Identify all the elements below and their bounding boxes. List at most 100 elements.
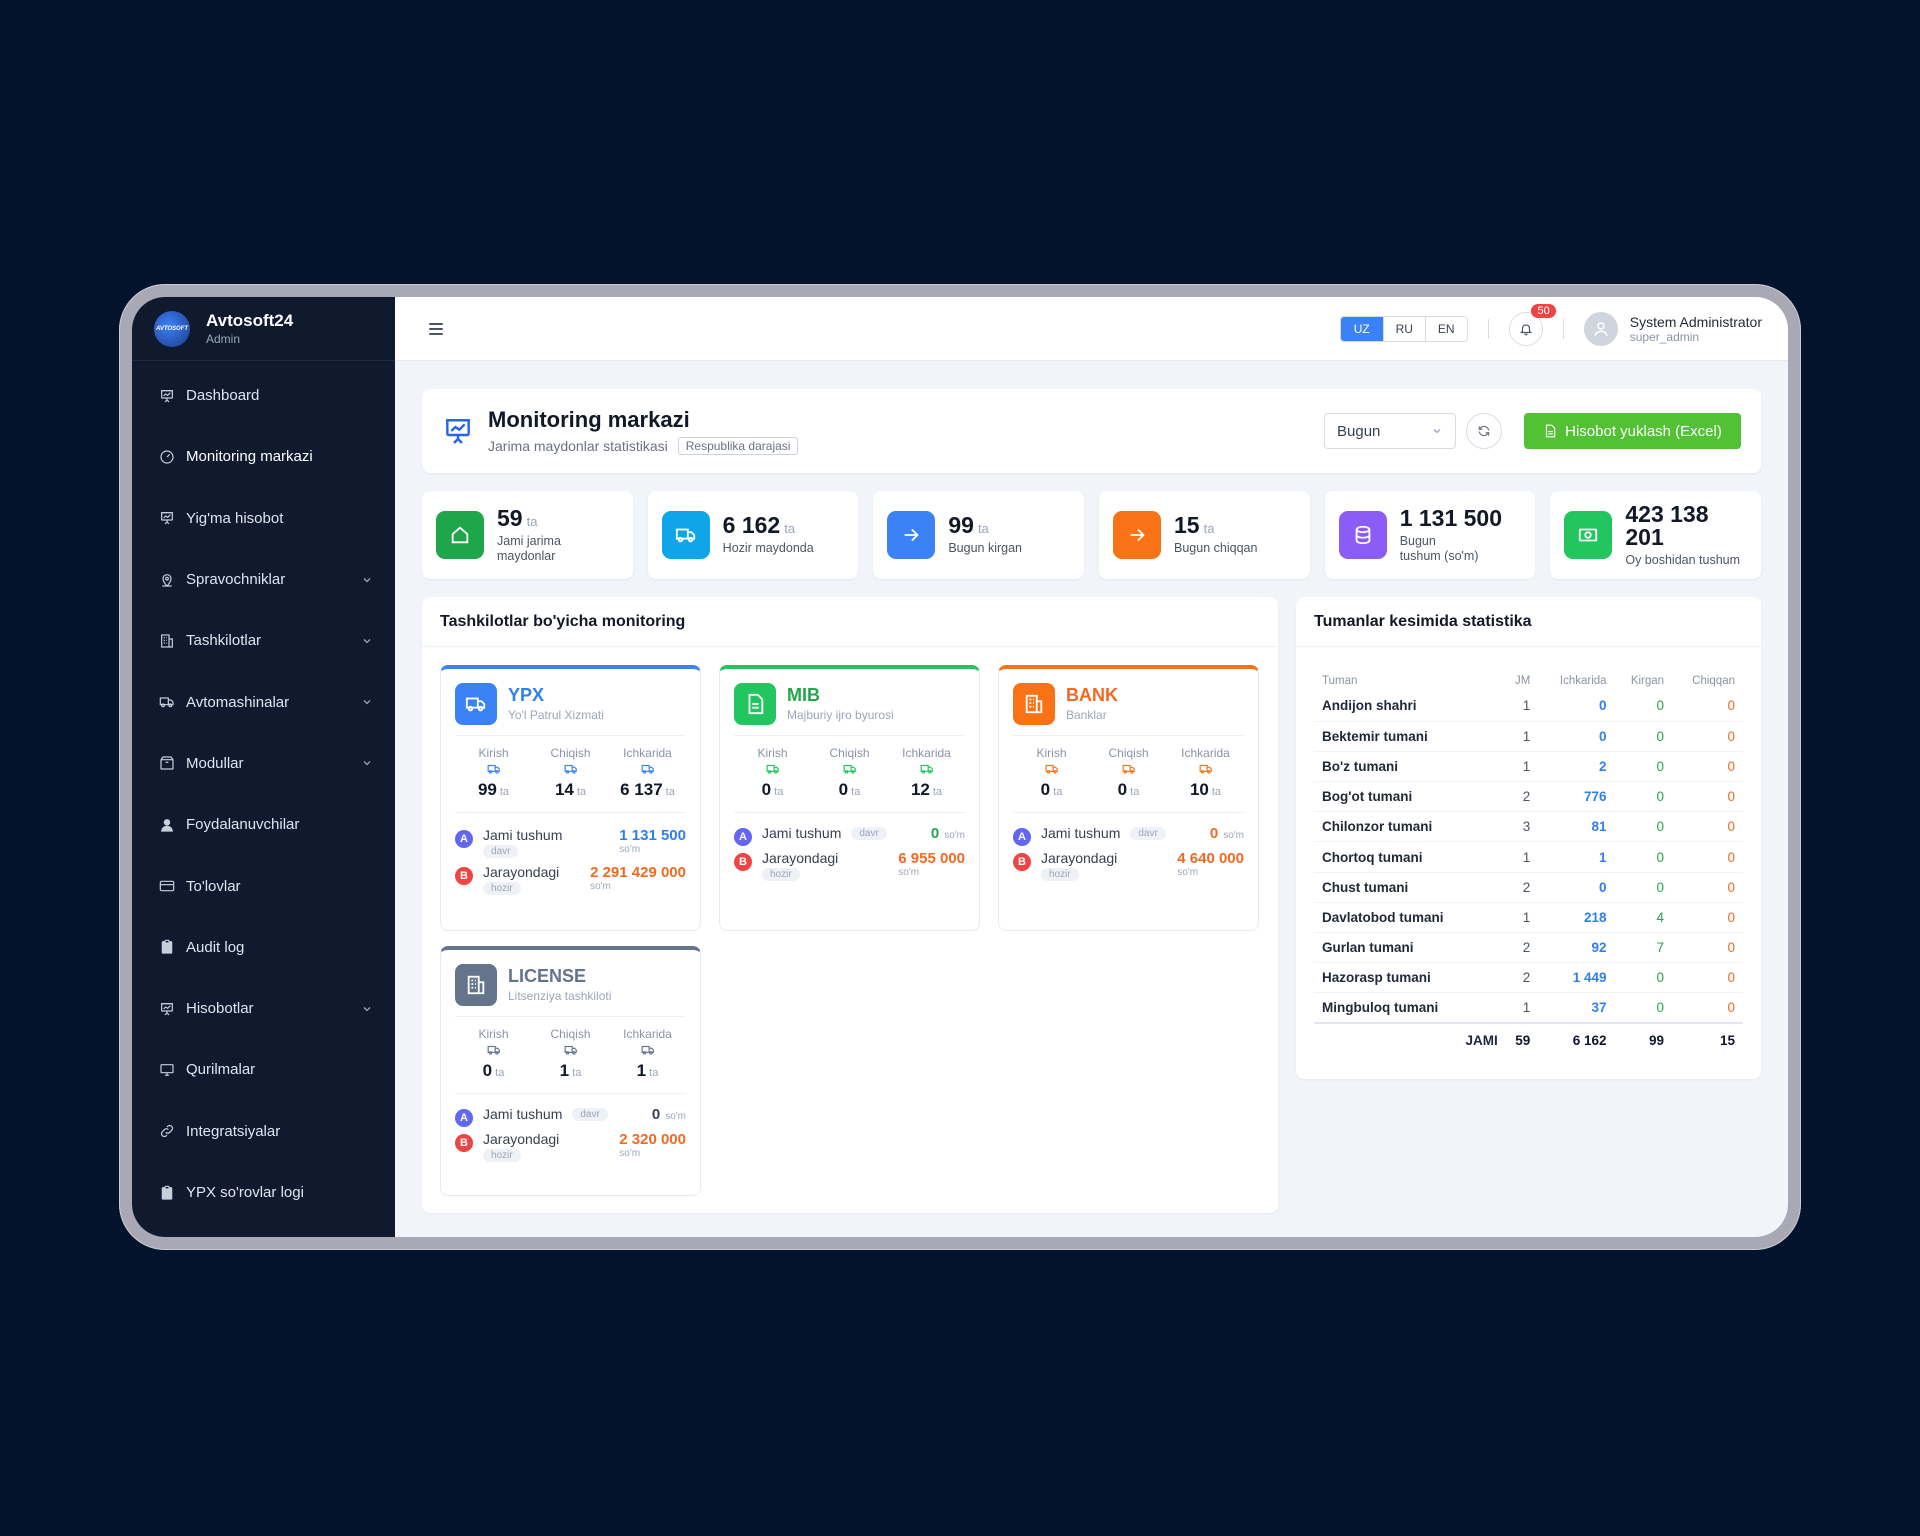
- period-tag: davr: [572, 1108, 608, 1121]
- table-row[interactable]: Chortoq tumani 1 1 0 0: [1314, 841, 1743, 873]
- truck-icon: [564, 1045, 577, 1055]
- truck-icon: [465, 697, 486, 712]
- org-card-ypx[interactable]: YPX Yo'l Patrul Xizmati Kirish 99 ta Chiq…: [440, 665, 701, 931]
- column-header[interactable]: JM: [1506, 671, 1539, 691]
- sidebar-item-to-lovlar[interactable]: To'lovlar: [132, 855, 395, 916]
- stat-label: Bugun tushum (so'm): [1399, 533, 1479, 563]
- org-card-bank[interactable]: BANK Banklar Kirish 0 ta Chiqish 0 ta Ichk…: [998, 665, 1259, 931]
- sidebar-item-label: Audit log: [186, 938, 245, 956]
- total-revenue-label: Jami tushum: [483, 827, 563, 843]
- lang-uz[interactable]: UZ: [1340, 316, 1383, 341]
- metric-chiqish: Chiqish 0 ta: [811, 746, 888, 800]
- column-header[interactable]: Ichkarida: [1538, 671, 1614, 691]
- brand[interactable]: AVTOSOFT Avtosoft24 Admin: [132, 297, 395, 361]
- in-progress-label: Jarayondagi: [1041, 850, 1118, 866]
- total-revenue-value: 0: [1209, 825, 1219, 842]
- sidebar-item-yig-ma-hisobot[interactable]: Yig'ma hisobot: [132, 488, 395, 549]
- stat-icon-box: [1564, 511, 1613, 559]
- presentation-icon: [161, 389, 173, 403]
- gauge-icon: [158, 448, 176, 466]
- export-excel-button[interactable]: Hisobot yuklash (Excel): [1524, 413, 1741, 449]
- box-icon: [158, 754, 176, 772]
- in-progress-value: 6 955 000: [898, 850, 965, 867]
- stat-value: 423 138 201: [1625, 500, 1709, 550]
- stat-label: Jami jarima maydonlar: [497, 533, 561, 563]
- main-area: UZ RU EN 50 System Administrator super_a…: [395, 297, 1788, 1237]
- table-row[interactable]: Bo'z tumani 1 2 0 0: [1314, 751, 1743, 783]
- table-row[interactable]: Hazorasp tumani 2 1 449 0 0: [1314, 962, 1743, 994]
- column-header[interactable]: Kirgan: [1615, 671, 1673, 691]
- table-cell: 0: [1672, 992, 1743, 1024]
- sidebar-item-avtomashinalar[interactable]: Avtomashinalar: [132, 671, 395, 732]
- stat-label: Bugun kirgan: [948, 541, 1023, 555]
- stat-unit: ta: [1203, 521, 1215, 536]
- sidebar-item-ypx-so-rovlar-logi[interactable]: YPX so'rovlar logi: [132, 1162, 395, 1223]
- metric-label: Kirish: [1036, 746, 1067, 760]
- table-cell: 0: [1672, 811, 1743, 843]
- menu-toggle-icon[interactable]: [429, 322, 443, 335]
- link-icon: [158, 1122, 176, 1140]
- metric-label: Chiqish: [1108, 746, 1149, 760]
- org-card-license[interactable]: LICENSE Litsenziya tashkiloti Kirish 0 ta…: [440, 946, 701, 1196]
- brand-role: Admin: [206, 332, 241, 346]
- org-card-mib[interactable]: MIB Majburiy ijro byurosi Kirish 0 ta Chi…: [719, 665, 980, 931]
- metric-ichkarida: Ichkarida 1 ta: [609, 1027, 686, 1081]
- table-row[interactable]: Mingbuloq tumani 1 37 0 0: [1314, 992, 1743, 1024]
- metric-value: 6 137: [620, 780, 663, 799]
- column-header[interactable]: Chiqqan: [1672, 671, 1743, 691]
- table-row[interactable]: Bog'ot tumani 2 776 0 0: [1314, 781, 1743, 813]
- sidebar-item-audit-log[interactable]: Audit log: [132, 917, 395, 978]
- stat-card: 99 ta Bugun kirgan: [873, 491, 1085, 579]
- table-cell: 0: [1538, 691, 1615, 722]
- sidebar-item-monitoring-markazi[interactable]: Monitoring markazi: [132, 426, 395, 487]
- table-row[interactable]: Chust tumani 2 0 0 0: [1314, 872, 1743, 903]
- metric-ichkarida: Ichkarida 12 ta: [888, 746, 965, 800]
- badge-b: B: [455, 867, 473, 885]
- table-cell: 776: [1538, 781, 1615, 813]
- sidebar-item-integratsiyalar[interactable]: Integratsiyalar: [132, 1101, 395, 1162]
- clipboard-icon: [161, 1185, 173, 1200]
- now-tag: hozir: [1041, 868, 1079, 881]
- lang-ru[interactable]: RU: [1382, 316, 1425, 341]
- refresh-button[interactable]: [1466, 413, 1502, 449]
- table-cell: 4: [1614, 902, 1673, 934]
- sidebar-item-qurilmalar[interactable]: Qurilmalar: [132, 1039, 395, 1100]
- sidebar-item-label: Spravochniklar: [186, 571, 286, 589]
- table-row[interactable]: Gurlan tumani 2 92 7 0: [1314, 932, 1743, 964]
- sidebar-item-hisobotlar[interactable]: Hisobotlar: [132, 978, 395, 1039]
- currency-label: so'm: [1177, 867, 1199, 878]
- total-revenue-label: Jami tushum: [483, 1106, 563, 1122]
- link-icon: [160, 1125, 174, 1138]
- currency-label: so'm: [619, 1148, 641, 1159]
- sidebar-item-tashkilotlar[interactable]: Tashkilotlar: [132, 610, 395, 671]
- table-row[interactable]: Bektemir tumani 1 0 0 0: [1314, 721, 1743, 752]
- table-row[interactable]: Davlatobod tumani 1 218 4 0: [1314, 902, 1743, 934]
- arrow-right-icon: [1130, 528, 1145, 542]
- notifications-button[interactable]: 50: [1508, 303, 1556, 346]
- sidebar-item-dashboard[interactable]: Dashboard: [132, 365, 395, 426]
- table-cell: 2: [1538, 751, 1615, 783]
- sidebar-item-spravochniklar[interactable]: Spravochniklar: [132, 549, 395, 610]
- stat-icon-box: [661, 511, 710, 559]
- org-icon-box: [734, 683, 776, 725]
- sidebar-nav: Dashboard Monitoring markazi Yig'ma hiso…: [132, 361, 395, 1223]
- table-cell: Hazorasp tumani: [1314, 962, 1506, 994]
- sidebar-item-modullar[interactable]: Modullar: [132, 733, 395, 794]
- table-row[interactable]: Andijon shahri 1 0 0 0: [1314, 691, 1743, 722]
- stats-row: 59 ta Jami jarima maydonlar 6 162 ta Hozir…: [422, 491, 1762, 579]
- column-header[interactable]: Tuman: [1314, 671, 1506, 691]
- badge-b: B: [1013, 853, 1031, 871]
- metric-label: Chiqish: [550, 746, 591, 760]
- presentation-chart-icon: [446, 419, 470, 444]
- user-menu[interactable]: System Administrator super_admin: [1583, 311, 1762, 346]
- org-icon-box: [455, 964, 497, 1006]
- org-name: BANK: [1066, 685, 1118, 706]
- table-row[interactable]: Chilonzor tumani 3 81 0 0: [1314, 811, 1743, 843]
- lang-en[interactable]: EN: [1424, 316, 1467, 341]
- sidebar-item-foydalanuvchilar[interactable]: Foydalanuvchilar: [132, 794, 395, 855]
- metric-unit: ta: [572, 1067, 582, 1079]
- period-select[interactable]: Bugun: [1324, 413, 1456, 449]
- level-badge: Respublika darajasi: [677, 437, 799, 455]
- table-cell: 2: [1505, 781, 1539, 813]
- table-cell: 0: [1614, 811, 1673, 843]
